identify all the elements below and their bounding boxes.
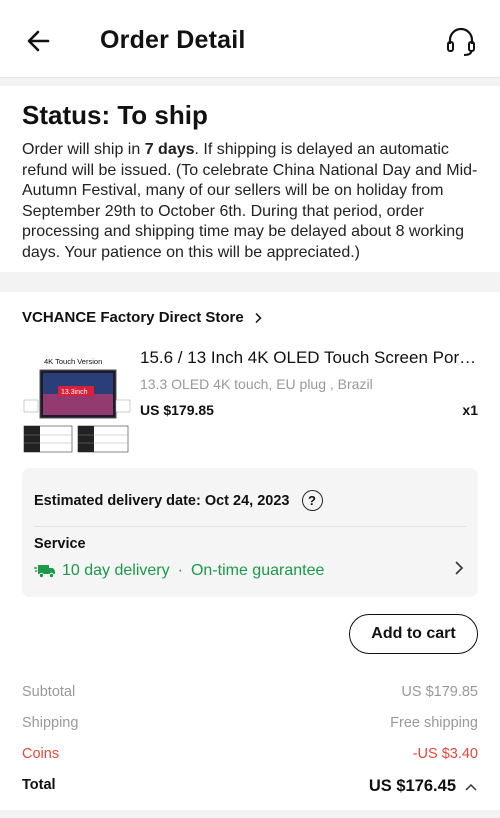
help-icon[interactable]: ? [301,490,323,511]
service-label: Service [34,536,86,552]
product-title[interactable]: 15.6 / 13 Inch 4K OLED Touch Screen Port… [140,348,478,368]
subtotal-value: US $179.85 [401,684,478,700]
store-link[interactable]: VCHANCE Factory Direct Store [22,309,264,326]
product-thumbnail[interactable]: 4K Touch Version 13.3inch [22,348,132,458]
thumb-label: 4K Touch Version [44,357,102,366]
service-separator: · [177,562,183,579]
total-row[interactable]: Total US $176.45 [22,777,478,796]
delivery-truck-icon [34,565,55,579]
status-heading: Status: To ship [22,100,208,130]
back-arrow-icon[interactable] [22,24,56,58]
delivery-info-card: Estimated delivery date: Oct 24, 2023 ? … [22,468,478,597]
status-message: Order will ship in 7 days. If shipping i… [22,140,478,263]
product-quantity: x1 [462,402,478,418]
app-header: Order Detail [0,0,500,78]
coins-label: Coins [22,746,60,762]
status-message-suffix: . If shipping is delayed an automatic re… [22,141,478,261]
thumb-screen-text: 13.3inch [61,389,88,396]
service-row[interactable]: 10 day delivery · On-time guarantee [34,562,324,580]
chevron-right-icon[interactable] [454,560,464,576]
estimated-delivery-text: Estimated delivery date: Oct 24, 2023 [34,492,290,509]
product-price: US $179.85 [140,402,214,418]
subtotal-row: Subtotal US $179.85 [22,684,478,700]
coins-row: Coins -US $3.40 [22,746,478,762]
service-guarantee: On-time guarantee [190,562,325,579]
chevron-up-icon[interactable] [464,782,478,792]
headset-icon[interactable] [442,22,480,60]
total-label: Total [22,777,56,793]
chevron-right-icon [255,312,262,323]
service-speed: 10 day delivery [62,562,170,579]
status-ship-days: 7 days [144,141,195,158]
page-title: Order Detail [100,26,246,54]
estimated-delivery: Estimated delivery date: Oct 24, 2023 ? [34,490,323,511]
order-status-section: Status: To ship Order will ship in 7 day… [0,86,500,272]
order-card: VCHANCE Factory Direct Store 4K Touch Ve… [0,292,500,810]
add-to-cart-button[interactable]: Add to cart [349,614,478,654]
total-value-wrap: US $176.45 [369,777,478,796]
shipping-value: Free shipping [390,715,478,731]
total-value: US $176.45 [368,777,456,795]
subtotal-label: Subtotal [22,684,76,700]
coins-value: -US $3.40 [412,746,478,762]
shipping-row: Shipping Free shipping [22,715,478,731]
store-name: VCHANCE Factory Direct Store [22,309,244,326]
divider [34,526,466,527]
status-message-prefix: Order will ship in [22,141,145,158]
shipping-label: Shipping [22,715,79,731]
product-variant: 13.3 OLED 4K touch, EU plug , Brazil [140,376,373,392]
